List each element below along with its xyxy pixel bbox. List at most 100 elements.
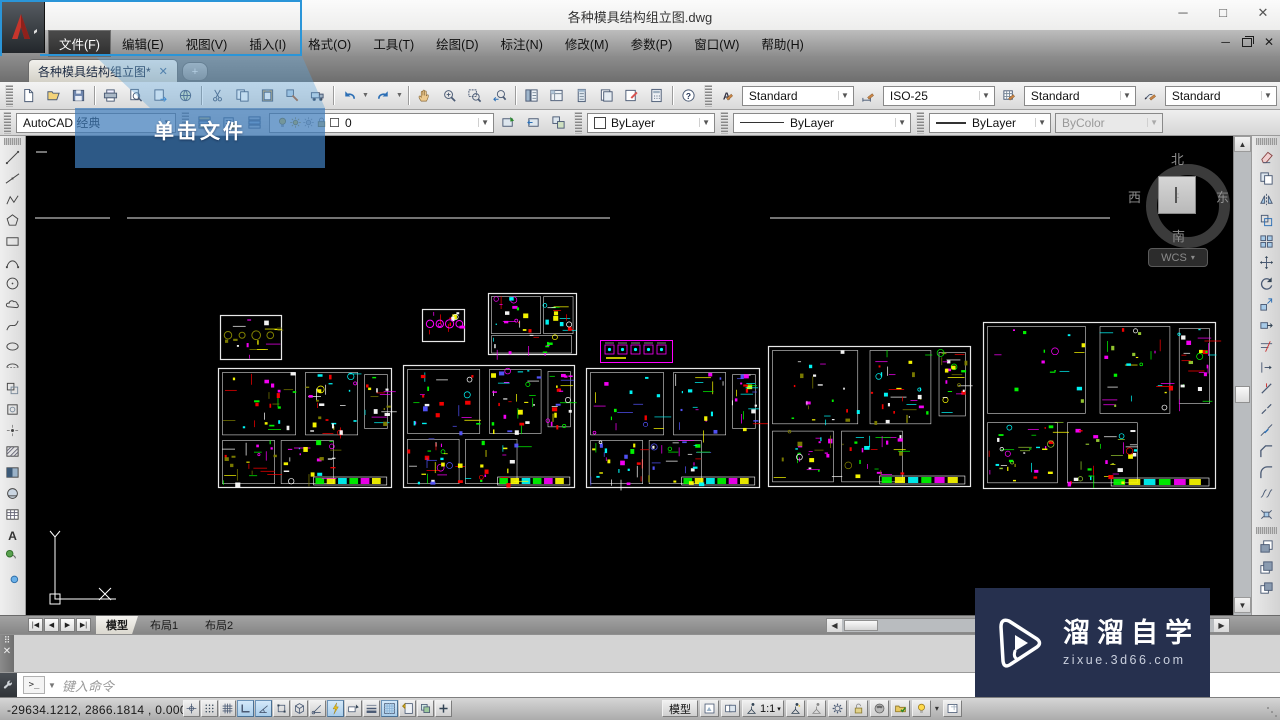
extend-icon[interactable] [1256, 357, 1278, 378]
minimize-button[interactable]: ─ [1174, 5, 1192, 21]
layout-tab-nav-3[interactable]: ▶ [60, 618, 75, 632]
lineweight-combo[interactable]: ByLayer ▼ [929, 112, 1051, 133]
dim-style-combo-arrow-icon[interactable]: ▼ [978, 91, 992, 100]
modify-toolbar-grip[interactable] [1256, 138, 1277, 145]
open-icon[interactable] [41, 83, 66, 108]
menu-item-6[interactable]: 工具(T) [362, 30, 425, 57]
zoom-previous-icon[interactable] [487, 83, 512, 108]
menu-item-1[interactable]: 文件(F) [48, 29, 111, 57]
menu-item-10[interactable]: 参数(P) [620, 30, 684, 57]
vertical-scroll-thumb[interactable] [1235, 386, 1250, 403]
command-window-grip[interactable]: ⠿ ✕ [0, 635, 14, 673]
menu-item-5[interactable]: 格式(O) [297, 30, 362, 57]
mdi-minimize-button[interactable]: ─ [1221, 36, 1230, 48]
toolbar-grip[interactable] [5, 84, 13, 107]
cut-icon[interactable] [205, 83, 230, 108]
tab-模型[interactable]: 模型 [96, 616, 138, 634]
scale-icon[interactable] [1256, 294, 1278, 315]
app-menu-button[interactable] [0, 0, 45, 53]
pan-icon[interactable] [412, 83, 437, 108]
tab-布局1[interactable]: 布局1 [140, 616, 188, 634]
line-icon[interactable] [2, 147, 24, 168]
layer-translate-icon[interactable] [546, 110, 571, 135]
workspace-gear-icon[interactable] [827, 700, 847, 717]
publish-icon[interactable] [148, 83, 173, 108]
annotation-visibility-icon[interactable] [806, 700, 826, 717]
match-properties-icon[interactable] [280, 83, 305, 108]
annotation-monitor-icon[interactable] [435, 700, 452, 717]
toolbar-grip[interactable] [703, 84, 712, 107]
view-cube[interactable]: 北 南 西 东 : WCS ▾ [1124, 146, 1234, 271]
menu-item-3[interactable]: 视图(V) [175, 30, 239, 57]
blend-icon[interactable] [1256, 483, 1278, 504]
etransmit-icon[interactable] [305, 83, 330, 108]
layer-previous-icon[interactable] [521, 110, 546, 135]
wcs-button[interactable]: WCS ▾ [1148, 248, 1208, 267]
ortho-icon[interactable] [237, 700, 254, 717]
infer-constraints-icon[interactable] [183, 700, 200, 717]
send-to-back-icon[interactable] [1256, 557, 1278, 578]
object-color-combo[interactable]: ByLayer ▼ [587, 112, 715, 133]
spline-icon[interactable] [2, 315, 24, 336]
markup-icon[interactable] [619, 83, 644, 108]
toolbar-grip[interactable] [3, 111, 11, 134]
menu-item-8[interactable]: 标注(N) [490, 30, 554, 57]
text-style-combo-arrow-icon[interactable]: ▼ [837, 91, 851, 100]
snap-icon[interactable] [201, 700, 218, 717]
navigation-wheel-icon[interactable] [869, 700, 889, 717]
revision-cloud-icon[interactable] [2, 294, 24, 315]
stretch-icon[interactable] [1256, 315, 1278, 336]
lineweight-display-icon[interactable] [363, 700, 380, 717]
arc-icon[interactable] [2, 252, 24, 273]
menu-item-4[interactable]: 插入(I) [238, 30, 297, 57]
text-style-combo[interactable]: Standard ▼ [741, 85, 854, 106]
status-dropdown-arrow-icon[interactable]: ▾ [933, 704, 941, 713]
bring-to-front-icon[interactable] [1256, 536, 1278, 557]
menu-item-2[interactable]: 编辑(E) [111, 30, 175, 57]
copy-clip-icon[interactable] [230, 83, 255, 108]
dynamic-input-icon[interactable] [345, 700, 362, 717]
scroll-right-icon[interactable]: ▶ [1214, 619, 1229, 632]
osnap-3d-icon[interactable] [291, 700, 308, 717]
chamfer-icon[interactable] [1256, 441, 1278, 462]
table-style-combo-arrow-icon[interactable]: ▼ [1119, 91, 1133, 100]
polyline-icon[interactable] [2, 189, 24, 210]
layer-combo-arrow-icon[interactable]: ▼ [478, 118, 491, 127]
clean-screen-icon[interactable] [942, 700, 962, 717]
model-space-button[interactable]: 模型 [662, 700, 698, 717]
array-icon[interactable] [1256, 231, 1278, 252]
mleader-style-combo-arrow-icon[interactable]: ▼ [1260, 91, 1274, 100]
help-icon[interactable]: ? [676, 83, 701, 108]
make-current-layer-icon[interactable] [496, 110, 521, 135]
fillet-icon[interactable] [1256, 462, 1278, 483]
polar-tracking-icon[interactable] [255, 700, 272, 717]
copy-icon[interactable] [1256, 168, 1278, 189]
command-prompt-arrow-icon[interactable]: ▼ [48, 681, 56, 690]
trim-icon[interactable] [1256, 336, 1278, 357]
new-icon[interactable] [16, 83, 41, 108]
customize-wrench-icon[interactable] [0, 672, 17, 698]
break-icon[interactable] [1256, 399, 1278, 420]
join-icon[interactable] [1256, 420, 1278, 441]
properties-icon[interactable] [519, 83, 544, 108]
layout-tab-nav-2[interactable]: ◀ [44, 618, 59, 632]
mleader-style-combo[interactable]: Standard ▼ [1164, 85, 1277, 106]
command-prompt-icon[interactable]: >_ [23, 676, 45, 694]
command-window-close-icon[interactable]: ✕ [3, 646, 11, 657]
lineweight-combo-arrow-icon[interactable]: ▼ [1035, 118, 1048, 127]
document-tab[interactable]: 各种模具结构组立图* ✕ [28, 59, 178, 82]
plot-icon[interactable] [98, 83, 123, 108]
menu-item-7[interactable]: 绘图(D) [425, 30, 489, 57]
otrack-icon[interactable] [309, 700, 326, 717]
draw-toolbar-grip[interactable] [4, 138, 21, 145]
menu-item-9[interactable]: 修改(M) [554, 30, 620, 57]
move-icon[interactable] [1256, 252, 1278, 273]
maximize-button[interactable]: □ [1214, 5, 1232, 21]
isolate-objects-icon[interactable] [890, 700, 910, 717]
dynamic-ucs-icon[interactable] [327, 700, 344, 717]
layout-icon[interactable] [700, 700, 719, 717]
offset-icon[interactable] [1256, 210, 1278, 231]
drawing-canvas[interactable]: 北 南 西 东 : WCS ▾ [26, 136, 1233, 615]
circle-icon[interactable] [2, 273, 24, 294]
dim-style-combo[interactable]: ISO-25 ▼ [882, 85, 995, 106]
